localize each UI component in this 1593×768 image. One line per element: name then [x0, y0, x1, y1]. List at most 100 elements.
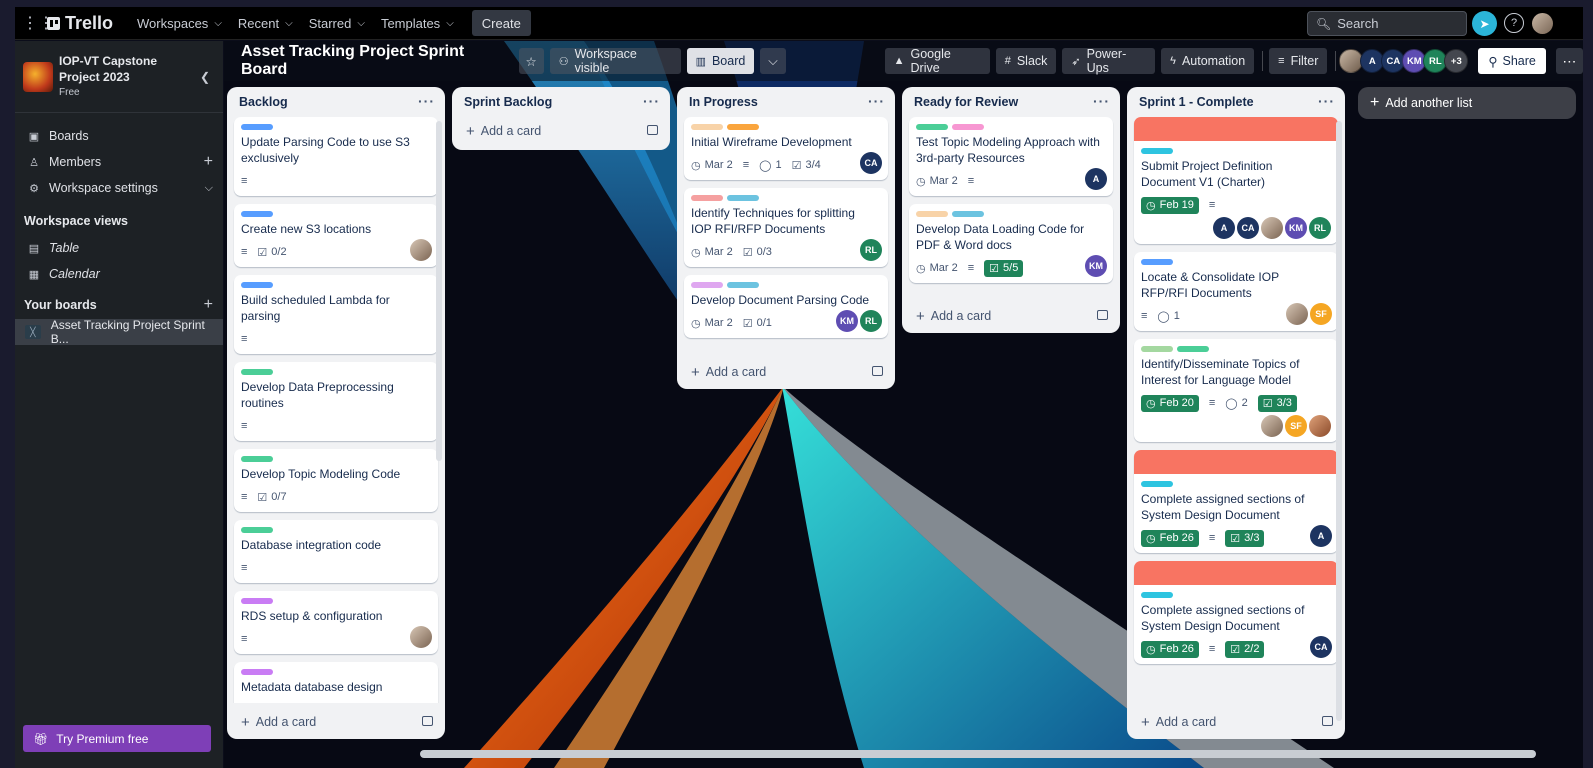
- board-view-button[interactable]: ▥ Board: [686, 48, 755, 74]
- due-date-badge[interactable]: ◷ Mar 2: [691, 317, 733, 330]
- card-label[interactable]: [241, 456, 273, 462]
- templates-menu[interactable]: Templates ⌵: [373, 10, 462, 36]
- recent-menu[interactable]: Recent ⌵: [230, 10, 301, 36]
- member-avatar[interactable]: [1286, 303, 1308, 325]
- sidebar-board-entry[interactable]: ╳ Asset Tracking Project Sprint B...: [15, 318, 223, 346]
- card-label[interactable]: [952, 124, 984, 130]
- list-menu-icon[interactable]: ···: [1093, 93, 1110, 109]
- list-header[interactable]: Sprint 1 - Complete ···: [1127, 87, 1345, 117]
- list-header[interactable]: Ready for Review ···: [902, 87, 1120, 117]
- help-icon[interactable]: ?: [1504, 13, 1524, 33]
- sidebar-item-table[interactable]: ▤ Table: [15, 235, 223, 261]
- card[interactable]: Develop Document Parsing Code ◷ Mar 2 ☑ 0/1 K…: [684, 275, 888, 338]
- card[interactable]: Complete assigned sections of System Des…: [1134, 561, 1338, 664]
- sidebar-item-workspace-settings[interactable]: ⚙ Workspace settings ⌵: [15, 175, 223, 201]
- member-avatar[interactable]: CA: [860, 152, 882, 174]
- create-from-template-icon[interactable]: [1322, 716, 1333, 726]
- search-input[interactable]: 🔍︎ Search: [1307, 11, 1467, 36]
- member-avatar[interactable]: [1261, 415, 1283, 437]
- filter-button[interactable]: ≡ Filter: [1269, 48, 1328, 74]
- card-label[interactable]: [1141, 346, 1173, 352]
- horizontal-scrollbar[interactable]: [420, 750, 1536, 758]
- card[interactable]: Develop Data Loading Code for PDF & Word…: [909, 204, 1113, 283]
- card-label[interactable]: [1141, 592, 1173, 598]
- member-avatar[interactable]: SF: [1285, 415, 1307, 437]
- add-list-button[interactable]: + Add another list: [1358, 87, 1576, 119]
- member-avatar[interactable]: +3: [1444, 49, 1469, 73]
- card[interactable]: Develop Topic Modeling Code ≡ ☑ 0/7: [234, 449, 438, 512]
- card-label[interactable]: [1177, 346, 1209, 352]
- card[interactable]: Locate & Consolidate IOP RFP/RFI Documen…: [1134, 252, 1338, 331]
- google-drive-button[interactable]: ▲ Google Drive: [884, 47, 990, 75]
- workspaces-menu[interactable]: Workspaces ⌵: [129, 10, 230, 36]
- add-card-button[interactable]: + Add a card: [677, 358, 895, 386]
- member-avatar[interactable]: A: [1085, 168, 1107, 190]
- user-avatar[interactable]: [1532, 13, 1553, 34]
- trello-logo[interactable]: Trello: [45, 10, 121, 36]
- collapse-sidebar-icon[interactable]: ❮: [193, 65, 217, 89]
- list-header[interactable]: Backlog ···: [227, 87, 445, 117]
- create-button[interactable]: Create: [471, 10, 531, 36]
- list-scrollbar[interactable]: [436, 121, 442, 461]
- card[interactable]: Test Topic Modeling Approach with 3rd-pa…: [909, 117, 1113, 196]
- card-label[interactable]: [241, 211, 273, 217]
- card-label[interactable]: [691, 195, 723, 201]
- card[interactable]: Initial Wireframe Development ◷ Mar 2 ≡ ◯ 1 ☑ 3…: [684, 117, 888, 180]
- member-avatar[interactable]: KM: [1285, 217, 1307, 239]
- member-avatar[interactable]: CA: [1237, 217, 1259, 239]
- share-button[interactable]: ⚲ Share: [1478, 48, 1546, 74]
- power-ups-button[interactable]: ➶ Power-Ups: [1062, 47, 1156, 75]
- due-date-badge[interactable]: ◷ Mar 2: [691, 246, 733, 259]
- member-avatar[interactable]: KM: [1085, 255, 1107, 277]
- slack-button[interactable]: # Slack: [995, 48, 1057, 74]
- member-avatar[interactable]: CA: [1310, 636, 1332, 658]
- card-label[interactable]: [916, 211, 948, 217]
- list-header[interactable]: In Progress ···: [677, 87, 895, 117]
- card[interactable]: Identify/Disseminate Topics of Interest …: [1134, 339, 1338, 442]
- card-label[interactable]: [241, 124, 273, 130]
- list-scrollbar[interactable]: [1336, 121, 1342, 721]
- card[interactable]: Create new S3 locations ≡ ☑ 0/2: [234, 204, 438, 267]
- create-from-template-icon[interactable]: [422, 716, 433, 726]
- list-menu-icon[interactable]: ···: [643, 93, 660, 109]
- add-card-button[interactable]: + Add a card: [1127, 708, 1345, 736]
- due-date-badge[interactable]: ◷ Feb 19: [1141, 196, 1199, 214]
- card-label[interactable]: [241, 598, 273, 604]
- due-date-badge[interactable]: ◷ Feb 26: [1141, 529, 1199, 547]
- create-from-template-icon[interactable]: [1097, 310, 1108, 320]
- list-menu-icon[interactable]: ···: [868, 93, 885, 109]
- member-avatar[interactable]: RL: [860, 239, 882, 261]
- more-options-icon[interactable]: ⋯: [1555, 48, 1583, 74]
- card-label[interactable]: [241, 527, 273, 533]
- notifications-icon[interactable]: ➤: [1472, 11, 1497, 36]
- card[interactable]: Build scheduled Lambda for parsing ≡: [234, 275, 438, 354]
- create-from-template-icon[interactable]: [647, 125, 658, 135]
- member-avatar[interactable]: A: [1310, 525, 1332, 547]
- workspace-name[interactable]: IOP-VT Capstone Project 2023 Free: [59, 53, 177, 101]
- add-card-button[interactable]: + Add a card: [452, 117, 670, 145]
- card-label[interactable]: [241, 369, 273, 375]
- add-card-button[interactable]: + Add a card: [902, 302, 1120, 330]
- list-header[interactable]: Sprint Backlog ···: [452, 87, 670, 117]
- chevron-down-icon[interactable]: ⌵: [760, 48, 786, 74]
- card-label[interactable]: [691, 282, 723, 288]
- card-label[interactable]: [1141, 259, 1173, 265]
- card-label[interactable]: [691, 124, 723, 130]
- member-avatar[interactable]: RL: [860, 310, 882, 332]
- member-avatar[interactable]: KM: [836, 310, 858, 332]
- member-avatar[interactable]: A: [1213, 217, 1235, 239]
- due-date-badge[interactable]: ◷ Mar 2: [916, 262, 958, 275]
- sidebar-item-boards[interactable]: ▣ Boards: [15, 123, 223, 149]
- member-avatar[interactable]: RL: [1309, 217, 1331, 239]
- card-label[interactable]: [1141, 481, 1173, 487]
- star-board-icon[interactable]: ☆: [518, 48, 544, 74]
- due-date-badge[interactable]: ◷ Feb 20: [1141, 394, 1199, 412]
- try-premium-button[interactable]: 🎁︎ Try Premium free: [23, 725, 211, 752]
- member-avatar[interactable]: [1309, 415, 1331, 437]
- app-switcher-icon[interactable]: ⋮⋮⋮: [15, 10, 54, 36]
- card[interactable]: Metadata database design ≡◯2⌀1: [234, 662, 438, 703]
- list-menu-icon[interactable]: ···: [1318, 93, 1335, 109]
- board-title[interactable]: Asset Tracking Project Sprint Board: [241, 43, 507, 79]
- due-date-badge[interactable]: ◷ Mar 2: [916, 175, 958, 188]
- sidebar-item-calendar[interactable]: ▦ Calendar: [15, 261, 223, 287]
